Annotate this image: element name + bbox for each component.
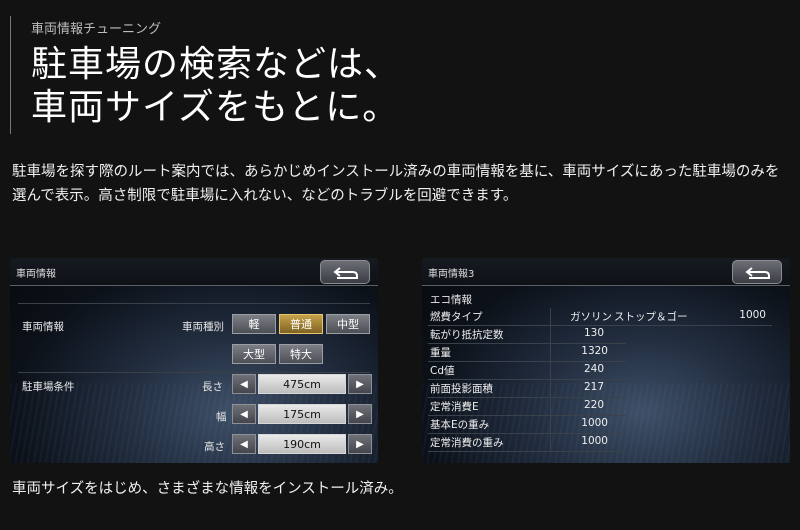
width-increase-button[interactable]: ▶ xyxy=(348,404,372,424)
section-vehicle-label: 車両情報 xyxy=(22,321,64,333)
eco-row: 燃費タイプ ガソリン xyxy=(428,308,626,326)
return-arrow-icon xyxy=(745,267,770,279)
cell-divider xyxy=(550,398,551,415)
eco-value: 220 xyxy=(583,399,604,411)
eco-row: Cd値 240 xyxy=(428,362,626,380)
height-increase-button[interactable]: ▶ xyxy=(348,434,372,454)
eco-row: 重量 1320 xyxy=(428,344,626,362)
cell-divider xyxy=(550,344,551,361)
length-increase-button[interactable]: ▶ xyxy=(348,374,372,394)
section-parking-label: 駐車場条件 xyxy=(22,381,75,393)
eco-value: 130 xyxy=(583,327,604,339)
lead-paragraph: 駐車場を探す際のルート案内では、あらかじめインストール済みの車両情報を基に、車両… xyxy=(12,164,780,204)
eco-row: 転がり抵抗定数 130 xyxy=(428,326,626,344)
eco-row: 定常消費E 220 xyxy=(428,398,626,416)
headline-line-1: 駐車場の検索などは、 xyxy=(31,44,402,85)
length-value: 475cm xyxy=(258,374,346,394)
eco-key: 燃費タイプ xyxy=(430,311,483,323)
type-kei-button[interactable]: 軽 xyxy=(232,314,276,334)
hero-block: 車両情報チューニング 駐車場の検索などは、 車両サイズをもとに。 xyxy=(10,16,410,134)
height-value: 190cm xyxy=(258,434,346,454)
screen-title: 車両情報 xyxy=(16,269,56,280)
eco-value: 1000 xyxy=(581,435,608,447)
eco-value: 240 xyxy=(583,363,604,375)
cell-divider xyxy=(550,416,551,433)
width-decrease-button[interactable]: ◀ xyxy=(232,404,256,424)
eco-key: 前面投影面積 xyxy=(430,383,493,395)
eco-value: ガソリン xyxy=(570,311,612,323)
screen-titlebar: 車両情報 xyxy=(10,258,378,286)
length-decrease-button[interactable]: ◀ xyxy=(232,374,256,394)
type-futsu-button[interactable]: 普通 xyxy=(279,314,323,334)
vehicle-info-screen: 車両情報 車両情報 車両種別 軽 普通 中型 大型 特大 駐車場条件 長さ ◀ … xyxy=(10,258,378,463)
eco-key: 定常消費の重み xyxy=(430,437,504,449)
divider xyxy=(18,303,370,304)
eco-row: 前面投影面積 217 xyxy=(428,380,626,398)
eco-key: 転がり抵抗定数 xyxy=(430,329,504,341)
caption-text: 車両サイズをはじめ、さまざまな情報をインストール済み。 xyxy=(12,481,403,497)
eco-value: 1000 xyxy=(581,417,608,429)
eco-value: 1000 xyxy=(739,309,766,321)
kicker-text: 車両情報チューニング xyxy=(31,22,162,37)
cell-divider xyxy=(550,326,551,343)
page-headline: 駐車場の検索などは、 車両サイズをもとに。 xyxy=(31,43,410,129)
headline-line-2: 車両サイズをもとに。 xyxy=(31,87,400,128)
divider xyxy=(18,372,370,373)
eco-key: ストップ＆ゴー xyxy=(614,311,688,323)
height-decrease-button[interactable]: ◀ xyxy=(232,434,256,454)
type-ogata-button[interactable]: 大型 xyxy=(232,344,276,364)
type-tokudai-button[interactable]: 特大 xyxy=(279,344,323,364)
width-label: 幅 xyxy=(216,411,227,423)
back-button[interactable] xyxy=(320,260,370,284)
return-arrow-icon xyxy=(333,267,358,279)
eco-key: 基本Eの重み xyxy=(430,419,490,431)
length-label: 長さ xyxy=(202,381,223,393)
eco-row: 基本Eの重み 1000 xyxy=(428,416,626,434)
eco-info-screen: 車両情報3 エコ情報 燃費タイプ ガソリン 転がり抵抗定数 130 重量 132… xyxy=(422,258,790,463)
width-value: 175cm xyxy=(258,404,346,424)
cell-divider xyxy=(550,380,551,397)
back-button[interactable] xyxy=(732,260,782,284)
eco-row: 定常消費の重み 1000 xyxy=(428,434,626,452)
cell-divider xyxy=(550,362,551,379)
screen-titlebar: 車両情報3 xyxy=(422,258,790,286)
cell-divider xyxy=(550,308,551,325)
eco-value: 217 xyxy=(583,381,604,393)
type-chugata-button[interactable]: 中型 xyxy=(326,314,370,334)
eco-key: Cd値 xyxy=(430,365,455,377)
height-label: 高さ xyxy=(204,441,225,453)
cell-divider xyxy=(550,434,551,451)
screen-title: 車両情報3 xyxy=(428,269,475,280)
eco-key: 重量 xyxy=(430,347,451,359)
vehicle-type-label: 車両種別 xyxy=(182,321,224,333)
eco-value: 1320 xyxy=(581,345,608,357)
eco-side-row: ストップ＆ゴー 1000 xyxy=(612,308,772,326)
eco-key: 定常消費E xyxy=(430,401,479,413)
eco-section-label: エコ情報 xyxy=(430,294,472,306)
